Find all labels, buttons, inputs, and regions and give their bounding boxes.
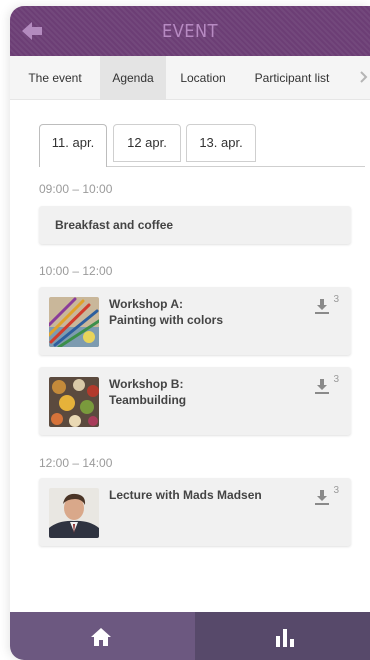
page-title: EVENT: [161, 20, 219, 42]
agenda-item-lecture[interactable]: Lecture with Mads Madsen 3: [39, 478, 351, 546]
date-tabs: 11. apr. 12 apr. 13. apr.: [39, 124, 365, 167]
download-icon: [315, 379, 329, 394]
workshop-a-image: [49, 297, 99, 347]
time-slot-label: 12:00 – 14:00: [39, 456, 113, 470]
header-bar: EVENT: [10, 6, 370, 56]
download-button[interactable]: 3: [315, 374, 339, 394]
agenda-item-title: Workshop B: Teambuilding: [109, 376, 186, 408]
download-icon: [315, 490, 329, 505]
download-button[interactable]: 3: [315, 485, 339, 505]
agenda-item-workshop-b[interactable]: Workshop B: Teambuilding 3: [39, 367, 351, 435]
date-tab-3[interactable]: 13. apr.: [186, 124, 256, 162]
download-count: 3: [333, 485, 339, 496]
workshop-b-image: [49, 377, 99, 427]
agenda-item-breakfast[interactable]: Breakfast and coffee: [39, 206, 351, 244]
agenda-item-title-line2: Teambuilding: [109, 393, 187, 407]
home-icon: [91, 628, 111, 646]
tab-participant-list[interactable]: Participant list: [242, 56, 342, 100]
tab-location[interactable]: Location: [170, 56, 236, 100]
section-tabs: The event Agenda Location Participant li…: [10, 56, 370, 100]
nav-stats-button[interactable]: [195, 612, 370, 660]
nav-home-button[interactable]: [10, 612, 195, 660]
bottom-navigation: [10, 612, 370, 660]
agenda-item-title-line1: Workshop A:: [109, 297, 183, 311]
download-count: 3: [333, 374, 339, 385]
back-button[interactable]: [20, 19, 48, 43]
download-icon: [315, 299, 329, 314]
tab-the-event[interactable]: The event: [10, 56, 100, 100]
agenda-item-title: Lecture with Mads Madsen: [109, 488, 262, 502]
bar-chart-icon: [276, 629, 294, 647]
time-slot-label: 09:00 – 10:00: [39, 182, 113, 196]
agenda-item-title: Workshop A: Painting with colors: [109, 296, 223, 328]
agenda-item-workshop-a[interactable]: Workshop A: Painting with colors 3: [39, 287, 351, 355]
download-button[interactable]: 3: [315, 294, 339, 314]
agenda-item-title-line1: Workshop B:: [109, 377, 184, 391]
chevron-right-icon[interactable]: [360, 70, 368, 86]
agenda-item-title-line2: Painting with colors: [109, 313, 224, 327]
date-tab-2[interactable]: 12 apr.: [113, 124, 181, 162]
speaker-photo: [49, 488, 99, 538]
tab-agenda[interactable]: Agenda: [100, 56, 166, 100]
time-slot-label: 10:00 – 12:00: [39, 264, 113, 278]
agenda-item-title: Breakfast and coffee: [55, 218, 174, 232]
arrow-left-icon: [22, 22, 42, 40]
date-tab-1[interactable]: 11. apr.: [39, 124, 107, 167]
app-frame: EVENT The event Agenda Location Particip…: [10, 6, 370, 660]
download-count: 3: [333, 294, 339, 305]
